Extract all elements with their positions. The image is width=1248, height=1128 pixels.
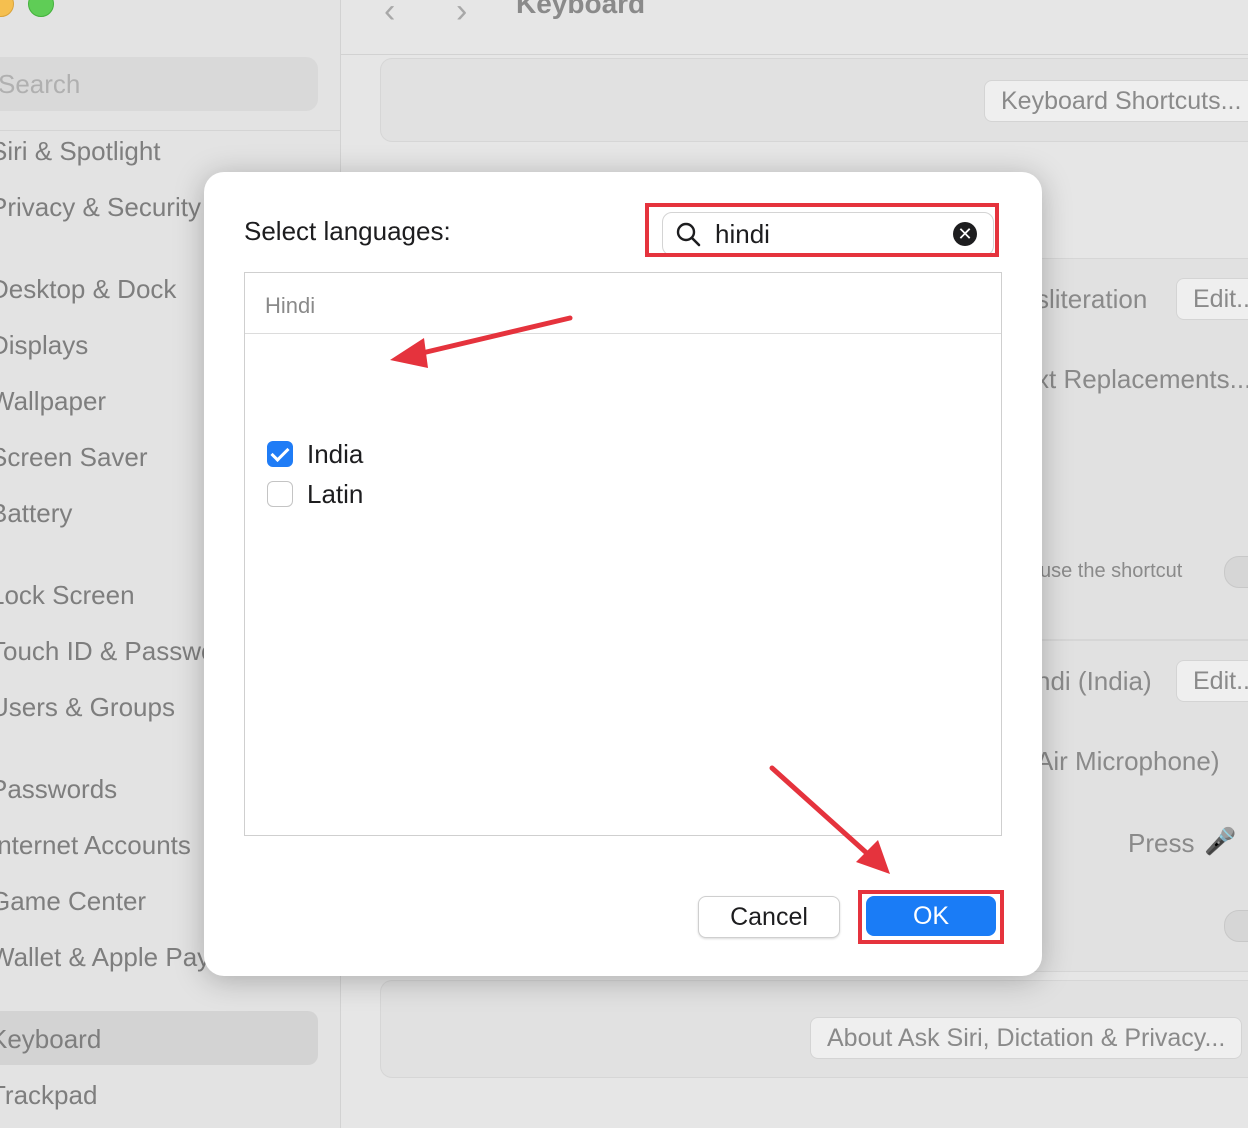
annotation-arrows xyxy=(390,315,890,874)
arrow-to-ok xyxy=(769,765,890,874)
arrow-to-india xyxy=(390,315,573,368)
